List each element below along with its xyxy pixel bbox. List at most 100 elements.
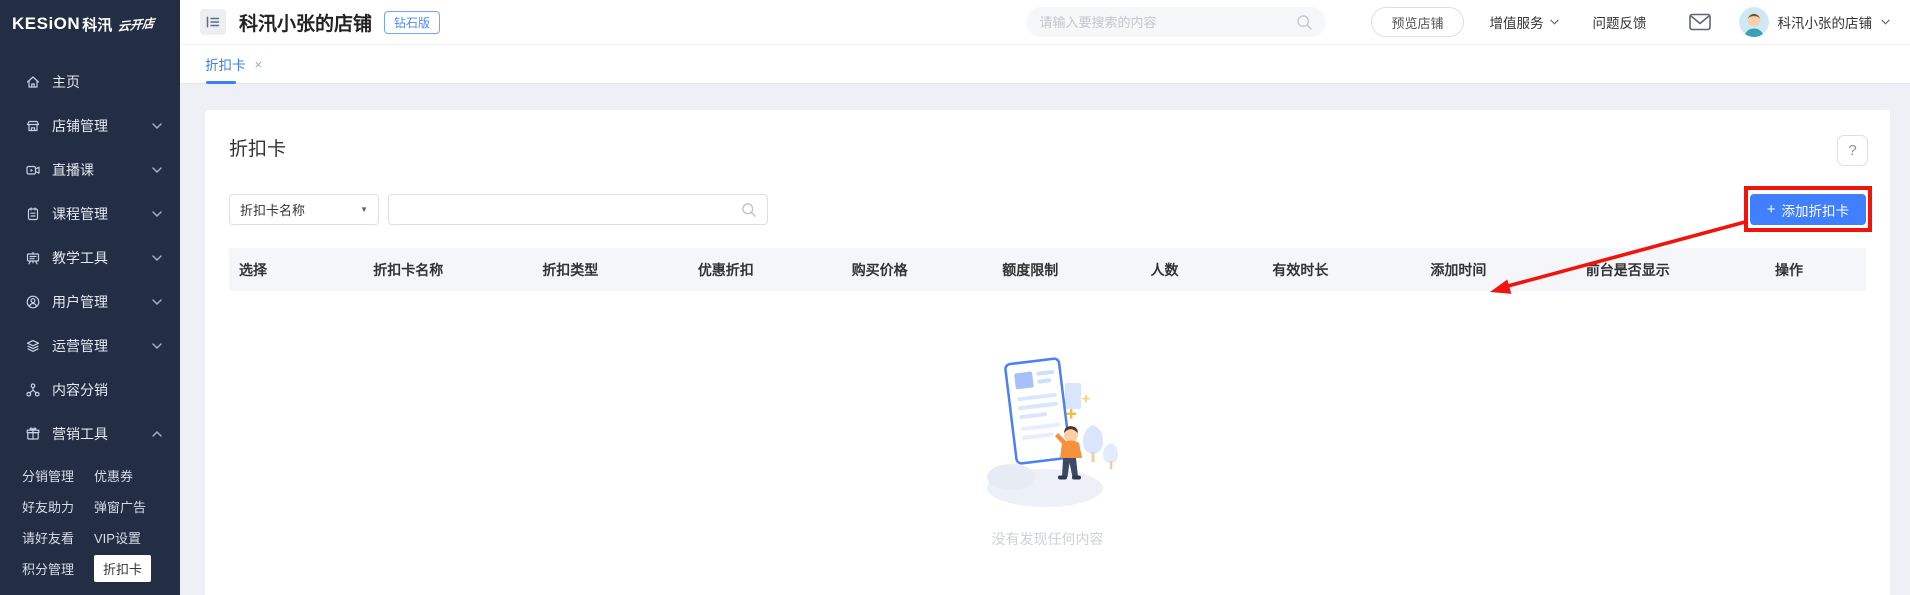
sidebar-item-label: 课程管理 (52, 206, 108, 222)
submenu-item-friend-boost[interactable]: 好友助力 (22, 491, 94, 522)
sidebar-item-label: 内容分销 (52, 382, 108, 398)
search-icon[interactable] (1296, 14, 1313, 31)
plan-badge: 钻石版 (384, 10, 441, 34)
chevron-up-icon (152, 431, 162, 437)
discount-card-panel: 折扣卡 ? 折扣卡名称 ▼ + 添加折扣卡 选择 折扣卡名称 折扣类型 优惠折扣… (205, 110, 1890, 595)
content-area: 折扣卡 ? 折扣卡名称 ▼ + 添加折扣卡 选择 折扣卡名称 折扣类型 优惠折扣… (180, 84, 1910, 595)
empty-state-illustration (986, 357, 1118, 507)
live-camera-icon (25, 162, 41, 178)
column-header: 添加时间 (1430, 261, 1487, 278)
sidebar-item-label: 主页 (52, 74, 80, 90)
column-header: 折扣类型 (542, 261, 599, 278)
add-discount-card-wrap: + 添加折扣卡 (1743, 186, 1872, 232)
column-header: 优惠折扣 (697, 261, 754, 278)
submenu-item-label: 优惠券 (94, 469, 134, 484)
sidebar-nav: 主页 店铺管理 直播课 课程管理 教学工具 用户管理 运营管理 内容分销 营销工… (0, 48, 180, 584)
submenu-item-invite-friends[interactable]: 请好友看 (22, 522, 94, 553)
column-header: 购买价格 (851, 261, 908, 278)
chevron-down-icon (152, 343, 162, 349)
tab-close-icon[interactable]: × (255, 58, 263, 71)
submenu-item-popup-ads[interactable]: 弹窗广告 (94, 491, 180, 522)
filter-search-input[interactable] (399, 202, 741, 217)
add-discount-card-button[interactable]: + 添加折扣卡 (1749, 194, 1866, 225)
filter-search-box (388, 194, 768, 225)
chevron-down-icon (152, 211, 162, 217)
submenu-item-label: VIP设置 (94, 531, 141, 546)
submenu-item-vip-settings[interactable]: VIP设置 (94, 522, 180, 553)
column-header: 额度限制 (1002, 261, 1059, 278)
feedback-menu[interactable]: 问题反馈 (1593, 12, 1647, 32)
filter-field-select[interactable]: 折扣卡名称 ▼ (229, 194, 379, 225)
empty-state-message: 没有发现任何内容 (991, 531, 1104, 547)
store-title: 科汛小张的店铺 (239, 13, 373, 35)
column-header: 折扣卡名称 (373, 261, 444, 278)
preview-store-button[interactable]: 预览店铺 (1371, 7, 1464, 37)
distribution-icon (25, 382, 41, 398)
sidebar-item-store-management[interactable]: 店铺管理 (0, 104, 180, 148)
sidebar-item-marketing-tools[interactable]: 营销工具 (0, 412, 180, 456)
marketing-tools-submenu: 分销管理 优惠券 好友助力 弹窗广告 请好友看 VIP设置 积分管理 折扣卡 (0, 456, 180, 584)
sidebar-item-label: 运营管理 (52, 338, 108, 354)
avatar (1738, 7, 1769, 37)
submenu-item-points-management[interactable]: 积分管理 (22, 553, 94, 584)
value-added-services-menu[interactable]: 增值服务 (1490, 12, 1559, 32)
help-button[interactable]: ? (1837, 135, 1868, 166)
select-caret-icon: ▼ (360, 205, 368, 214)
search-icon[interactable] (741, 202, 757, 218)
logo-text: KESiON (12, 14, 81, 33)
tab-discount-card[interactable]: 折扣卡 × (202, 45, 265, 84)
logo-cn-text: 科汛 (82, 16, 113, 34)
sidebar-item-label: 店铺管理 (52, 118, 108, 134)
submenu-item-coupons[interactable]: 优惠券 (94, 460, 180, 491)
tab-label: 折扣卡 (205, 58, 246, 73)
tabbar: 折扣卡 × (180, 45, 1910, 84)
home-icon (25, 74, 41, 90)
brand-logo: KESiON 科汛 云开店 (0, 0, 180, 48)
sidebar-item-live-course[interactable]: 直播课 (0, 148, 180, 192)
column-header: 操作 (1775, 261, 1803, 278)
operations-icon (25, 338, 41, 354)
column-header: 有效时长 (1272, 261, 1329, 278)
value-added-services-label: 增值服务 (1489, 16, 1544, 31)
global-search (1026, 7, 1327, 37)
store-icon (25, 118, 41, 134)
column-header: 人数 (1150, 261, 1179, 278)
column-header: 选择 (239, 261, 267, 278)
table-header-row: 选择 折扣卡名称 折扣类型 优惠折扣 购买价格 额度限制 人数 有效时长 添加时… (229, 248, 1866, 291)
submenu-item-label: 积分管理 (22, 562, 75, 577)
chevron-down-icon (152, 123, 162, 129)
mail-icon[interactable] (1688, 13, 1711, 31)
logo-script-text: 云开店 (117, 15, 155, 34)
page-title: 折扣卡 (229, 139, 287, 160)
chevron-down-icon (1549, 19, 1559, 25)
sidebar-item-label: 营销工具 (52, 426, 108, 442)
sidebar-item-operations-management[interactable]: 运营管理 (0, 324, 180, 368)
submenu-item-label: 折扣卡 (94, 555, 152, 582)
sidebar-item-content-distribution[interactable]: 内容分销 (0, 368, 180, 412)
sidebar-item-teaching-tools[interactable]: 教学工具 (0, 236, 180, 280)
sidebar-item-label: 教学工具 (52, 250, 108, 266)
sidebar-item-course-management[interactable]: 课程管理 (0, 192, 180, 236)
submenu-item-discount-card[interactable]: 折扣卡 (94, 553, 180, 584)
account-name: 科汛小张的店铺 (1777, 16, 1873, 31)
sidebar-item-home[interactable]: 主页 (0, 60, 180, 104)
main-area: 科汛小张的店铺 钻石版 预览店铺 增值服务 问题反馈 (180, 0, 1910, 595)
plus-icon: + (1766, 201, 1776, 218)
sidebar-collapse-button[interactable] (200, 9, 226, 35)
app-window: KESiON 科汛 云开店 主页 店铺管理 直播课 课程管理 教学工具 用户管理… (0, 0, 1910, 595)
tab-active-underline (206, 80, 236, 84)
chevron-down-icon (152, 167, 162, 173)
global-search-input[interactable] (1039, 14, 1297, 30)
submenu-item-label: 请好友看 (22, 531, 75, 546)
account-menu[interactable]: 科汛小张的店铺 (1738, 7, 1891, 37)
submenu-item-label: 弹窗广告 (94, 500, 147, 515)
submenu-item-label: 好友助力 (22, 500, 75, 515)
chevron-down-icon (152, 255, 162, 261)
topbar: 科汛小张的店铺 钻石版 预览店铺 增值服务 问题反馈 (180, 0, 1910, 45)
topbar-right: 预览店铺 增值服务 问题反馈 科汛小张的店铺 (1026, 7, 1890, 37)
sidebar-item-user-management[interactable]: 用户管理 (0, 280, 180, 324)
sidebar: KESiON 科汛 云开店 主页 店铺管理 直播课 课程管理 教学工具 用户管理… (0, 0, 180, 595)
filter-row: 折扣卡名称 ▼ + 添加折扣卡 (229, 186, 1872, 232)
chevron-down-icon (1881, 19, 1890, 25)
submenu-item-distribution-management[interactable]: 分销管理 (22, 460, 94, 491)
